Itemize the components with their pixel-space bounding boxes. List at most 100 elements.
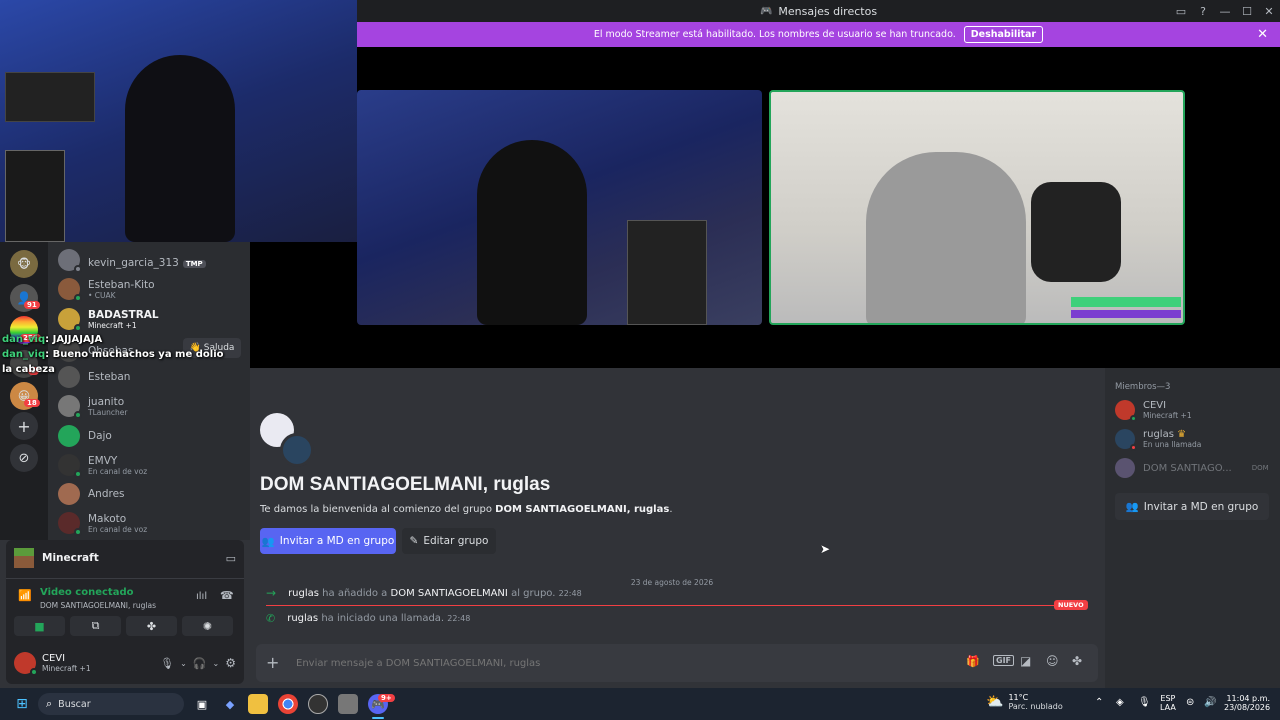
task-view-icon[interactable]: ▣	[192, 694, 212, 714]
avatar	[58, 483, 80, 505]
dm-item[interactable]: Dajo	[58, 425, 248, 447]
voice-status-text[interactable]: Video conectado	[40, 587, 133, 598]
window-titlebar: 🎮 Mensajes directos ▭ ? — ☐ ✕	[357, 0, 1280, 22]
sticker-icon[interactable]: ◪	[1020, 654, 1031, 668]
activity-row: Minecraft ▭	[14, 548, 236, 568]
mouse-cursor: ➤	[820, 542, 831, 556]
disable-streamer-button[interactable]: Deshabilitar	[963, 26, 1044, 43]
inbox-icon[interactable]: ▭	[1170, 5, 1192, 18]
voice-channel[interactable]: DOM SANTIAGOELMANI, ruglas	[40, 601, 156, 610]
avatar	[58, 308, 82, 332]
wifi-icon[interactable]: ⊜	[1186, 697, 1194, 708]
chevron-down-icon[interactable]: ⌄	[213, 659, 220, 668]
dm-item[interactable]: Andres	[58, 483, 248, 505]
add-attachment-icon[interactable]: +	[266, 653, 279, 672]
webcam-overlay	[0, 0, 357, 242]
settings-gear-icon[interactable]: ⚙	[225, 656, 236, 670]
add-server-icon[interactable]: +	[10, 412, 38, 440]
gif-icon[interactable]: GIF	[993, 655, 1015, 666]
guild-list: 🐵 👤 91 256 9 😀 18 + ⊘	[0, 242, 48, 540]
video-tile-ruglas[interactable]	[769, 90, 1185, 325]
chat-line: la cabeza	[2, 364, 55, 375]
dm-item[interactable]: EMVY En canal de voz	[58, 454, 248, 478]
share-screen-button[interactable]: ⧉	[70, 616, 121, 636]
network-icon[interactable]: ◈	[1116, 697, 1124, 708]
microphone-icon[interactable]: 🎙	[1138, 697, 1151, 708]
close-window-button[interactable]: ✕	[1258, 5, 1280, 18]
activity-game: Minecraft	[42, 552, 99, 564]
person-silhouette	[477, 140, 587, 325]
member-item[interactable]: DOM SANTIAGO... DOM	[1115, 458, 1269, 478]
mention-badge: 18	[24, 399, 40, 407]
chat-main: DOM SANTIAGOELMANI, ruglas Te damos la b…	[250, 368, 1105, 688]
microphone-icon[interactable]: 🎙	[160, 657, 174, 670]
explore-icon[interactable]: ⊘	[10, 444, 38, 472]
help-icon[interactable]: ?	[1192, 5, 1214, 18]
activities-button[interactable]: ✤	[126, 616, 177, 636]
members-header: Miembros—3	[1115, 382, 1171, 392]
member-item[interactable]: CEVI Minecraft +1	[1115, 400, 1192, 422]
dm-item[interactable]: Esteban-Kito • CUAK	[58, 278, 248, 302]
edit-group-button[interactable]: ✎ Editar grupo	[402, 528, 496, 554]
emoji-icon[interactable]: ☺	[1046, 654, 1059, 668]
dm-item[interactable]: juanito TLauncher	[58, 395, 248, 419]
streamer-banner-text: El modo Streamer está habilitado. Los no…	[593, 29, 956, 40]
dm-item[interactable]: kevin_garcia_313 TMP	[58, 249, 248, 273]
chair	[1031, 182, 1121, 282]
weather-widget[interactable]: ⛅ 11°C Parc. nublado	[986, 693, 1063, 711]
chat-line: dan_viq: Bueno muchachos ya me dolio	[2, 349, 224, 360]
headphones-icon[interactable]: 🎧	[193, 657, 207, 670]
apps-icon[interactable]: ✤	[1072, 654, 1082, 668]
maximize-button[interactable]: ☐	[1236, 5, 1258, 18]
person-silhouette	[125, 55, 235, 242]
mention-badge: 91	[24, 301, 40, 309]
chrome-icon[interactable]	[278, 694, 298, 714]
avatar[interactable]	[14, 652, 38, 676]
user-panel: Minecraft ▭ 📶 Video conectado DOM SANTIA…	[6, 540, 244, 684]
notification-badge: 9+	[378, 694, 395, 702]
avatar	[1115, 458, 1135, 478]
message-input[interactable]	[296, 654, 936, 672]
dm-item[interactable]: BADASTRAL Minecraft +1	[58, 308, 248, 332]
soundboard-icon: ✺	[202, 619, 213, 633]
share-screen-icon: ⧉	[91, 619, 100, 632]
file-explorer-icon[interactable]	[248, 694, 268, 714]
disconnect-icon[interactable]: ☎	[220, 589, 234, 602]
gift-icon[interactable]: 🎁	[966, 655, 980, 668]
dm-item[interactable]: Makoto En canal de voz	[58, 512, 248, 536]
welcome-text: Te damos la bienvenida al comienzo del g…	[260, 504, 673, 515]
volume-icon[interactable]: 🔊	[1204, 697, 1216, 708]
app-icon[interactable]: ◆	[220, 694, 240, 714]
avatar	[1115, 429, 1137, 451]
noise-icon[interactable]: ılıl	[196, 591, 207, 602]
system-message: ✆ ruglas ha iniciado una llamada. 22:48	[266, 612, 471, 625]
clock[interactable]: 11:04 p.m. 23/08/2026	[1224, 694, 1270, 712]
camera-button[interactable]: ■	[14, 616, 65, 636]
minecraft-icon	[14, 548, 34, 568]
invite-group-button[interactable]: 👥 Invitar a MD en grupo	[260, 528, 396, 554]
close-icon[interactable]: ✕	[1257, 27, 1268, 42]
server-icon[interactable]: 🐵	[10, 250, 38, 278]
taskbar-search[interactable]: ⌕ Buscar	[38, 693, 184, 715]
dm-list: kevin_garcia_313 TMP Esteban-Kito • CUAK B…	[48, 242, 250, 540]
windows-start-icon[interactable]: ⊞	[12, 694, 32, 714]
member-item[interactable]: ruglas ♛ En una llamada	[1115, 429, 1201, 451]
stream-chat-overlay: dan_viq: JAJJAJAJA dan_viq: Bueno muchac…	[2, 334, 242, 375]
app-icon[interactable]	[338, 694, 358, 714]
signal-icon: 📶	[18, 589, 32, 602]
chevron-down-icon[interactable]: ⌄	[180, 659, 187, 668]
person-silhouette	[866, 152, 1026, 323]
cloud-icon: ⛅	[986, 694, 1004, 710]
video-tile-cevi[interactable]	[357, 90, 762, 325]
language-indicator[interactable]: ESP LAA	[1160, 694, 1176, 712]
minimize-button[interactable]: —	[1214, 5, 1236, 18]
app-icon[interactable]	[308, 694, 328, 714]
invite-group-button[interactable]: 👥 Invitar a MD en grupo	[1115, 493, 1269, 520]
new-messages-divider	[266, 605, 1081, 606]
soundboard-button[interactable]: ✺	[182, 616, 233, 636]
chevron-up-icon[interactable]: ⌃	[1095, 697, 1103, 708]
pencil-icon: ✎	[409, 535, 419, 547]
screen-share-icon[interactable]: ▭	[226, 552, 236, 565]
discord-icon: 🎮	[759, 5, 773, 17]
new-badge: NUEVO	[1054, 600, 1088, 610]
